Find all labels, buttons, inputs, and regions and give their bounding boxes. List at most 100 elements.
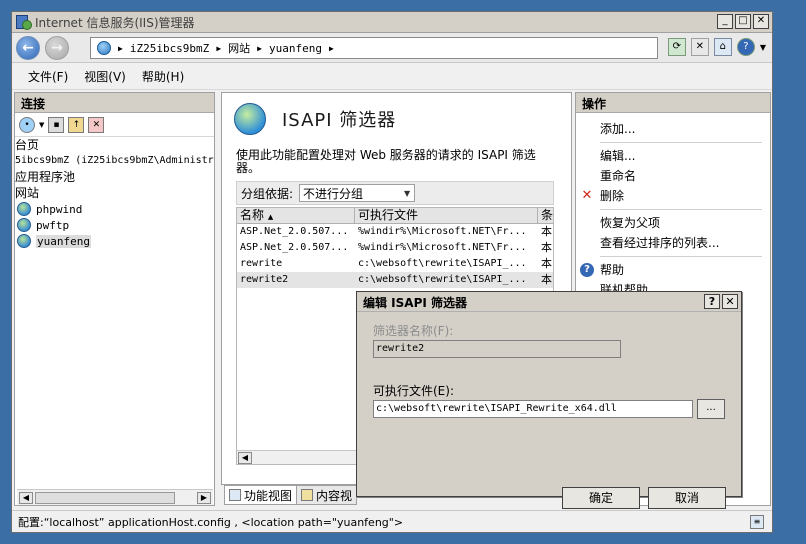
actions-header: 操作 <box>576 93 770 113</box>
table-row[interactable]: ASP.Net_2.0.507... %windir%\Microsoft.NE… <box>237 240 553 256</box>
cell-executable: %windir%\Microsoft.NET\Fr... <box>358 242 527 253</box>
executable-field[interactable]: c:\websoft\rewrite\ISAPI_Rewrite_x64.dll <box>373 400 693 418</box>
scroll-left-icon[interactable]: ◀ <box>19 492 33 504</box>
feature-header: ISAPI 筛选器 <box>234 103 396 135</box>
breadcrumb-sites[interactable]: 网站 <box>228 40 250 56</box>
tree-start-page[interactable]: 台页 <box>15 137 214 153</box>
refresh-icon[interactable]: ⟳ <box>667 38 686 56</box>
tab-content-view[interactable]: 内容视 <box>297 485 358 505</box>
cell-condition: 本 <box>541 257 552 270</box>
chevron-down-icon[interactable]: ▼ <box>760 43 766 52</box>
sort-up-icon: ▲ <box>267 213 274 221</box>
chevron-down-icon: ▼ <box>404 188 411 198</box>
group-by-bar: 分组依据: 不进行分组 ▼ <box>236 181 554 205</box>
group-by-label: 分组依据: <box>241 186 294 201</box>
help-icon[interactable]: ? <box>736 38 755 56</box>
forward-button[interactable]: → <box>45 36 69 60</box>
group-by-select[interactable]: 不进行分组 ▼ <box>299 184 416 202</box>
browse-button[interactable]: ... <box>697 399 725 419</box>
network-status-icon: ≡ <box>750 515 764 529</box>
tree-site-yuanfeng[interactable]: yuanfeng <box>15 233 214 249</box>
maximize-button[interactable]: □ <box>735 14 751 29</box>
menu-bar: 文件(F) 视图(V) 帮助(H) <box>12 64 772 90</box>
action-edit[interactable]: 编辑... <box>576 146 770 166</box>
tree-site-phpwind[interactable]: phpwind <box>15 201 214 217</box>
menu-file[interactable]: 文件(F) <box>28 68 68 85</box>
filter-name-label: 筛选器名称(F): <box>373 324 454 338</box>
scroll-right-icon[interactable]: ▶ <box>197 492 211 504</box>
site-name: yuanfeng <box>36 234 91 248</box>
table-row-selected[interactable]: rewrite2 c:\websoft\rewrite\ISAPI_... 本 <box>237 272 553 288</box>
breadcrumb-site[interactable]: yuanfeng <box>269 42 322 55</box>
feature-title: ISAPI 筛选器 <box>282 110 397 131</box>
navigation-bar: ← → ▶ iZ25ibcs9bmZ ▶ 网站 ▶ yuanfeng ▶ ⟳ ✕… <box>12 33 772 63</box>
breadcrumb-server[interactable]: iZ25ibcs9bmZ <box>130 42 209 55</box>
chevron-right-icon: ▶ <box>257 43 262 53</box>
dialog-body: 筛选器名称(F): rewrite2 可执行文件(E): c:\websoft\… <box>357 312 741 509</box>
site-name: phpwind <box>36 202 83 216</box>
delete-icon: ✕ <box>581 188 593 203</box>
action-delete[interactable]: ✕ 删除 <box>576 186 770 206</box>
view-tabs: 功能视图 内容视 <box>224 485 358 505</box>
grid-header: 名称 ▲ 可执行文件 条 <box>237 208 553 224</box>
save-icon[interactable]: ▪ <box>48 116 65 133</box>
tab-feature-view[interactable]: 功能视图 <box>224 485 298 505</box>
divider <box>600 209 762 210</box>
action-ordered-list[interactable]: 查看经过排序的列表... <box>576 233 770 253</box>
dialog-close-button[interactable]: ✕ <box>722 294 738 309</box>
table-row[interactable]: ASP.Net_2.0.507... %windir%\Microsoft.NE… <box>237 224 553 240</box>
column-executable[interactable]: 可执行文件 <box>355 208 538 223</box>
content-view-icon <box>301 489 314 501</box>
chevron-right-icon: ▶ <box>328 43 334 53</box>
globe-icon <box>17 202 31 216</box>
close-button[interactable]: ✕ <box>753 14 769 29</box>
filter-name-field: rewrite2 <box>373 340 621 358</box>
cancel-button[interactable]: 取消 <box>648 487 726 509</box>
cell-condition: 本 <box>541 241 552 254</box>
minimize-button[interactable]: _ <box>717 14 733 29</box>
tab-feature-label: 功能视图 <box>244 488 293 503</box>
tree-site-pwftp[interactable]: pwftp <box>15 217 214 233</box>
connections-hscrollbar[interactable]: ◀ ▶ <box>17 489 213 505</box>
actions-list: 添加... 编辑... 重命名 ✕ 删除 恢复为父项 查看经过排序的列表... … <box>576 113 770 300</box>
stop-icon[interactable]: ✕ <box>690 38 709 56</box>
tree-app-pools[interactable]: 应用程序池 <box>15 169 214 185</box>
site-name: pwftp <box>36 218 70 232</box>
menu-help[interactable]: 帮助(H) <box>142 68 184 85</box>
address-bar[interactable]: ▶ iZ25ibcs9bmZ ▶ 网站 ▶ yuanfeng ▶ <box>90 37 658 59</box>
globe-icon <box>17 218 31 232</box>
scroll-thumb[interactable] <box>35 492 175 504</box>
ok-button[interactable]: 确定 <box>562 487 640 509</box>
up-folder-icon[interactable]: ↑ <box>68 116 85 133</box>
action-revert[interactable]: 恢复为父项 <box>576 213 770 233</box>
home-icon[interactable]: ⌂ <box>713 38 732 56</box>
column-condition[interactable]: 条 <box>538 208 553 223</box>
action-rename[interactable]: 重命名 <box>576 166 770 186</box>
cell-name: ASP.Net_2.0.507... <box>240 226 349 237</box>
action-add[interactable]: 添加... <box>576 119 770 139</box>
action-delete-label: 删除 <box>600 189 625 203</box>
column-name[interactable]: 名称 ▲ <box>237 208 355 223</box>
scroll-left-icon[interactable]: ◀ <box>238 452 252 464</box>
cell-executable: %windir%\Microsoft.NET\Fr... <box>358 226 527 237</box>
connect-icon[interactable]: • <box>19 116 35 133</box>
cell-executable: c:\websoft\rewrite\ISAPI_... <box>358 258 527 269</box>
connections-toolbar: • ▼ ▪ ↑ ✕ <box>15 113 214 137</box>
menu-view[interactable]: 视图(V) <box>84 68 126 85</box>
tree-sites[interactable]: 网站 <box>15 185 214 201</box>
cell-name: rewrite2 <box>240 274 289 285</box>
dialog-title: 编辑 ISAPI 筛选器 <box>363 296 468 310</box>
table-row[interactable]: rewrite c:\websoft\rewrite\ISAPI_... 本 <box>237 256 553 272</box>
globe-icon <box>97 41 111 55</box>
connections-header: 连接 <box>15 93 214 113</box>
back-button[interactable]: ← <box>16 36 40 60</box>
disconnect-icon[interactable]: ✕ <box>88 116 105 133</box>
action-help[interactable]: ? 帮助 <box>576 260 770 280</box>
tree-server[interactable]: 5ibcs9bmZ (iZ25ibcs9bmZ\Administr <box>15 153 214 169</box>
chevron-down-icon[interactable]: ▼ <box>39 121 44 129</box>
feature-description: 使用此功能配置处理对 Web 服务器的请求的 ISAPI 筛选器。 <box>236 148 536 175</box>
dialog-help-button[interactable]: ? <box>704 294 720 309</box>
cell-condition: 本 <box>541 273 552 286</box>
cell-executable: c:\websoft\rewrite\ISAPI_... <box>358 274 527 285</box>
iis-app-icon <box>15 14 32 30</box>
